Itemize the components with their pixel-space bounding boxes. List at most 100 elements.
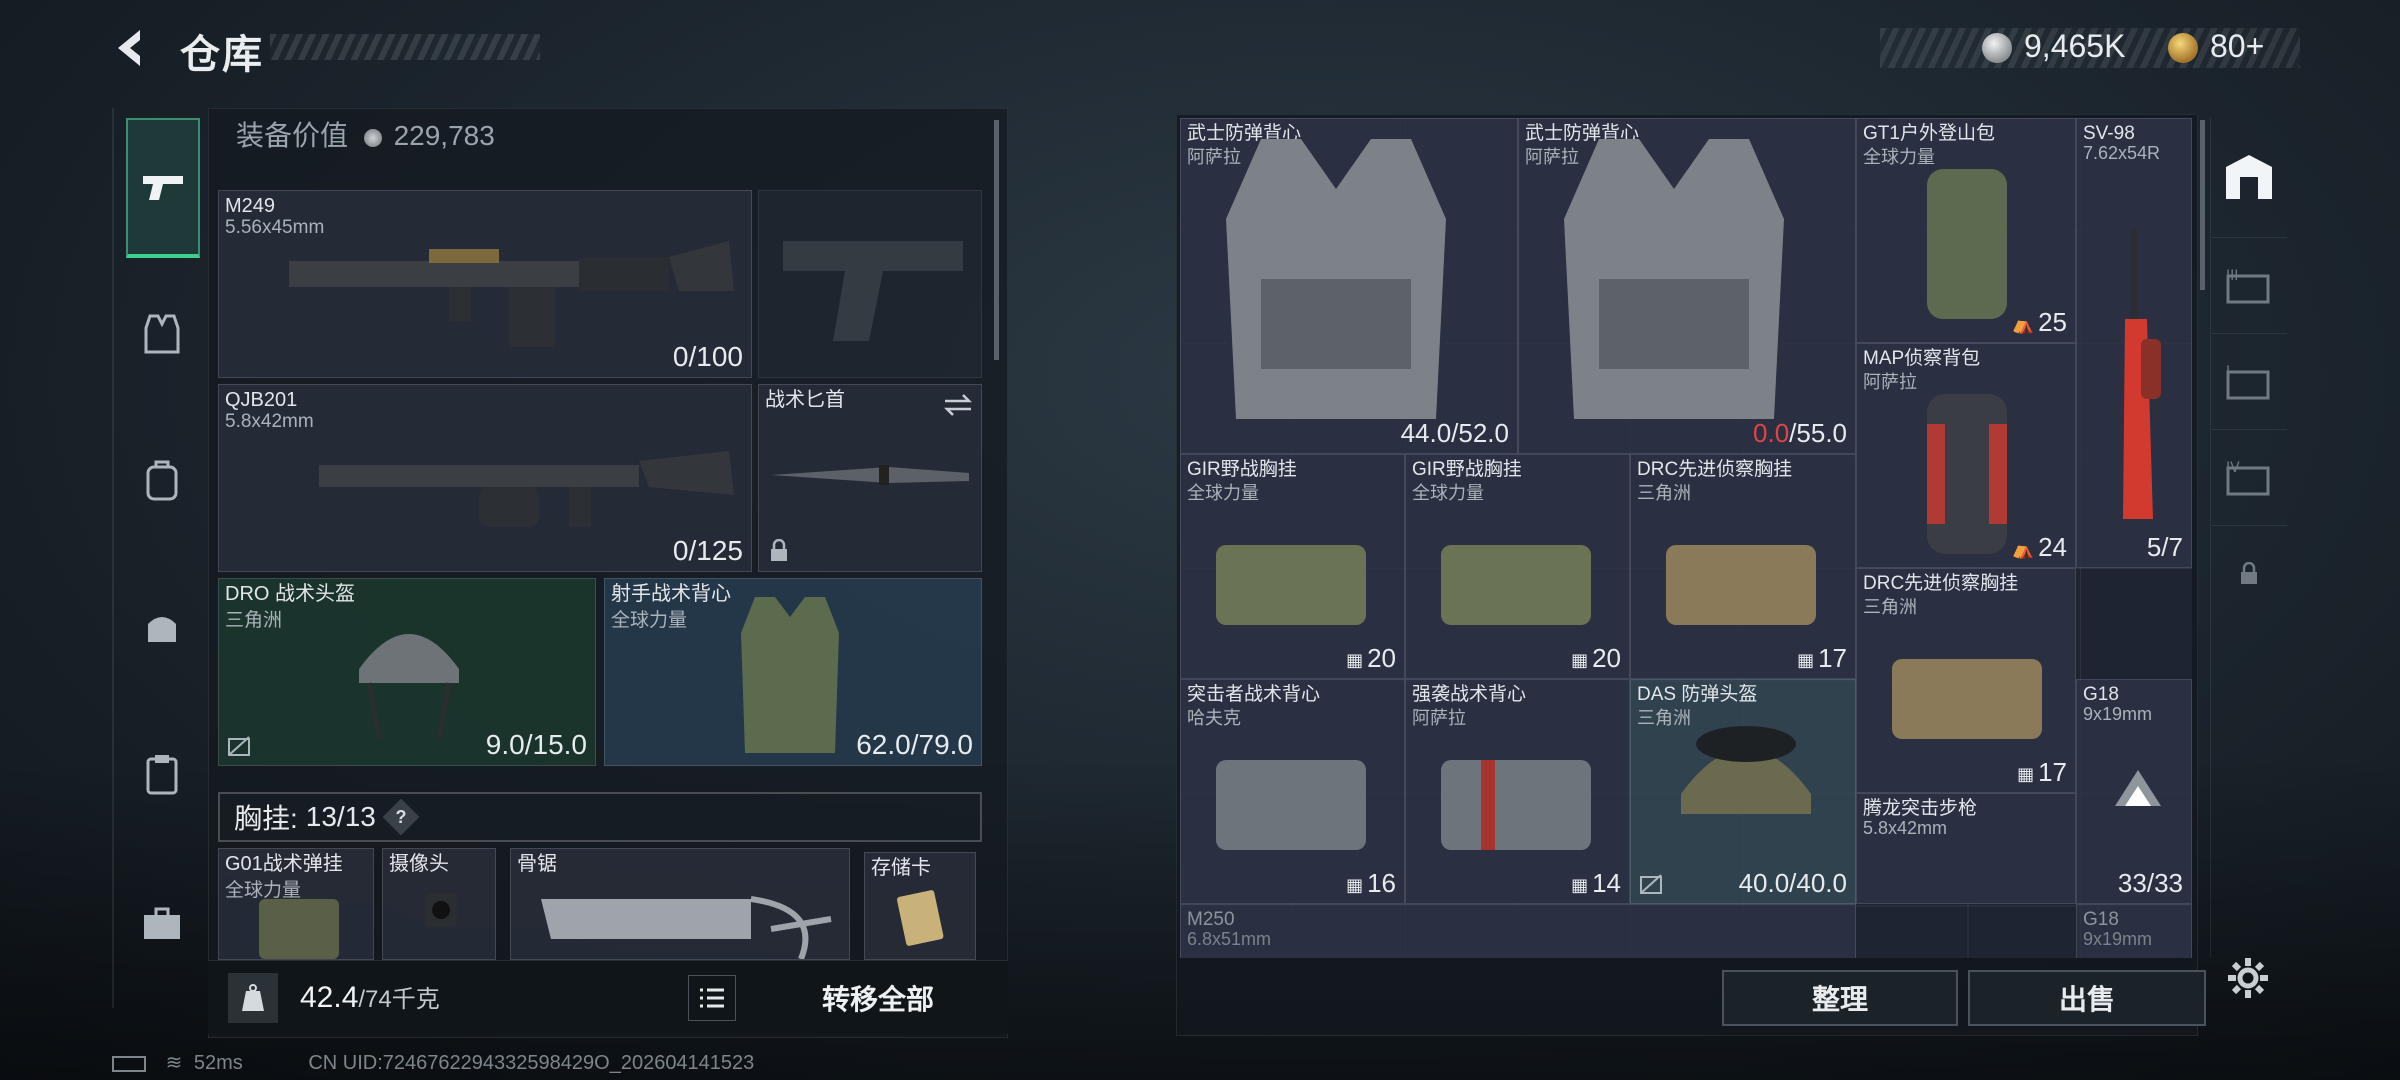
- memory-card-image: [896, 890, 944, 946]
- ammo-count: 0/100: [672, 341, 743, 372]
- chest-rig-image: [1216, 545, 1366, 625]
- stash-item[interactable]: DAS 防弹头盔 三角洲 40.0/40.0: [1630, 679, 1856, 904]
- no-insure-icon: [1640, 874, 1662, 894]
- item-name: G18: [2083, 684, 2119, 705]
- stash-item[interactable]: 武士防弹背心 阿萨拉 44.0/52.0: [1180, 118, 1518, 454]
- stash-grid: 武士防弹背心 阿萨拉 44.0/52.0 武士防弹背心 阿萨拉 0.0/55.0…: [1180, 118, 2192, 958]
- nav-weapons[interactable]: [126, 118, 200, 258]
- rig-small-icon: ▦: [1346, 874, 1364, 895]
- weight-max: /74千克: [358, 986, 440, 1013]
- rig-item-slot[interactable]: 存储卡: [864, 852, 976, 960]
- nav-vests[interactable]: [126, 298, 198, 370]
- item-durability: 40.0/40.0: [1738, 868, 1847, 898]
- weight-current: 42.4: [300, 981, 359, 1014]
- primary-weapon-slot[interactable]: M249 5.56x45mm 0/100: [218, 190, 752, 378]
- helmet-name: DRO 战术头盔: [225, 583, 355, 605]
- stash-item[interactable]: GIR野战胸挂 全球力量 ▦ 20: [1405, 454, 1630, 679]
- item-name: GT1户外登山包: [1863, 123, 1995, 144]
- stash-item[interactable]: 武士防弹背心 阿萨拉 0.0/55.0: [1518, 118, 1856, 454]
- help-icon[interactable]: ?: [382, 798, 420, 836]
- item-faction: 三角洲: [1637, 483, 1691, 503]
- stash-item[interactable]: G18 9x19mm 33/33: [2076, 679, 2192, 904]
- stash-item[interactable]: DRC先进侦察胸挂 三角洲 ▦ 17: [1630, 454, 1856, 679]
- stash-tab-nav: III I IV: [2210, 118, 2287, 958]
- chest-rig-label: 胸挂:: [234, 803, 298, 834]
- sort-button[interactable]: 整理: [1722, 970, 1958, 1026]
- item-faction: 三角洲: [1863, 597, 1917, 617]
- rifle-image: [319, 451, 734, 527]
- stash-tab-1[interactable]: I: [2211, 334, 2287, 430]
- stash-item[interactable]: 腾龙突击步枪 5.8x42mm: [1856, 793, 2076, 904]
- secondary-weapon-slot[interactable]: QJB201 5.8x42mm 0/125: [218, 384, 752, 572]
- settings-gear-icon[interactable]: [2226, 956, 2270, 1000]
- item-ammo-count: 33/33: [2117, 868, 2183, 898]
- chest-rig-image: [259, 899, 339, 959]
- loadout-scrollbar[interactable]: [994, 120, 999, 360]
- item-faction: 阿萨拉: [1412, 708, 1466, 728]
- weight-readout: 42.4/74千克: [300, 979, 440, 1015]
- melee-slot[interactable]: 战术匕首: [758, 384, 982, 572]
- stash-item[interactable]: 强袭战术背心 阿萨拉 ▦ 14: [1405, 679, 1630, 904]
- durability-warning: 0.0: [1753, 418, 1790, 448]
- transfer-all-button[interactable]: 转移全部: [768, 973, 988, 1023]
- weapon-name: QJB201: [225, 389, 298, 411]
- swap-icon[interactable]: [943, 393, 973, 417]
- coin-icon: [363, 128, 382, 147]
- bone-saw-image: [541, 896, 832, 959]
- nav-helmets[interactable]: [126, 592, 198, 664]
- stash-tab-4[interactable]: IV: [2211, 430, 2287, 526]
- nav-backpacks[interactable]: [126, 444, 198, 516]
- item-name: DRC先进侦察胸挂: [1863, 573, 2019, 594]
- item-faction: 全球力量: [1187, 483, 1259, 503]
- stash-tab-locked[interactable]: [2211, 526, 2287, 622]
- stash-item[interactable]: 突击者战术背心 哈夫克 ▦ 16: [1180, 679, 1405, 904]
- weapon-name: M249: [225, 195, 276, 217]
- title-decoration: [270, 34, 540, 60]
- uid-readout: CN UID:7246762294332598429O_202604141523: [308, 1052, 755, 1074]
- sell-button[interactable]: 出售: [1968, 970, 2206, 1026]
- stash-scrollbar[interactable]: [2200, 120, 2205, 290]
- nav-items[interactable]: [126, 738, 198, 810]
- equipment-value: 装备价值 229,783: [236, 114, 495, 154]
- item-name: M250: [1187, 909, 1235, 930]
- nav-toolbox[interactable]: [126, 888, 198, 960]
- stash-item[interactable]: MAP侦察背包 阿萨拉 ⛺ 24: [1856, 343, 2076, 568]
- item-name: DRC先进侦察胸挂: [1637, 459, 1793, 480]
- sidearm-slot-empty[interactable]: [758, 190, 982, 378]
- backpack-small-icon: ⛺: [2011, 538, 2035, 559]
- stash-item[interactable]: GT1户外登山包 全球力量 ⛺ 25: [1856, 118, 2076, 343]
- backpack-image: [1927, 169, 2007, 319]
- stash-item[interactable]: SV-98 7.62x54R 5/7: [2076, 118, 2192, 568]
- wifi-icon: ≋: [165, 1052, 183, 1074]
- armor-durability: 62.0/79.0: [856, 729, 973, 760]
- armor-faction: 全球力量: [611, 610, 688, 631]
- item-capacity: ▦ 17: [2017, 757, 2067, 787]
- stash-item[interactable]: DRC先进侦察胸挂 三角洲 ▦ 17: [1856, 568, 2076, 793]
- helmet-slot[interactable]: DRO 战术头盔 三角洲 9.0/15.0: [218, 578, 596, 766]
- rig-item-name: 存储卡: [871, 857, 931, 879]
- helmet-image: [359, 634, 459, 740]
- kg-weight-icon: [242, 984, 264, 1011]
- item-capacity: ▦ 14: [1571, 868, 1621, 898]
- list-view-button[interactable]: [688, 975, 736, 1021]
- status-line: ≋ 52ms CN UID:7246762294332598429O_20260…: [112, 1050, 754, 1075]
- weight-icon: [228, 973, 278, 1023]
- list-icon: [700, 988, 724, 1008]
- rig-item-slot[interactable]: G01战术弹挂 全球力量: [218, 848, 374, 960]
- ammo-count: 0/125: [672, 535, 743, 566]
- rig-item-slot[interactable]: 骨锯: [510, 848, 850, 960]
- armor-slot[interactable]: 射手战术背心 全球力量 62.0/79.0: [604, 578, 982, 766]
- item-durability: 0.0/55.0: [1753, 418, 1847, 449]
- rig-small-icon: ▦: [1571, 649, 1589, 670]
- stash-tab-3[interactable]: III: [2211, 238, 2287, 334]
- coin-balance: 9,465K: [2024, 28, 2126, 64]
- stash-item[interactable]: G18 9x19mm: [2076, 904, 2192, 958]
- back-arrow-icon[interactable]: [110, 26, 154, 70]
- item-ammo: 5.8x42mm: [1863, 818, 1948, 838]
- rig-item-slot[interactable]: 摄像头: [382, 848, 496, 960]
- stash-tab-main[interactable]: [2211, 118, 2287, 238]
- stash-item[interactable]: M250 6.8x51mm: [1180, 904, 1856, 958]
- stash-item[interactable]: GIR野战胸挂 全球力量 ▦ 20: [1180, 454, 1405, 679]
- item-capacity: ⛺ 24: [2011, 532, 2067, 562]
- item-faction: 阿萨拉: [1863, 372, 1917, 392]
